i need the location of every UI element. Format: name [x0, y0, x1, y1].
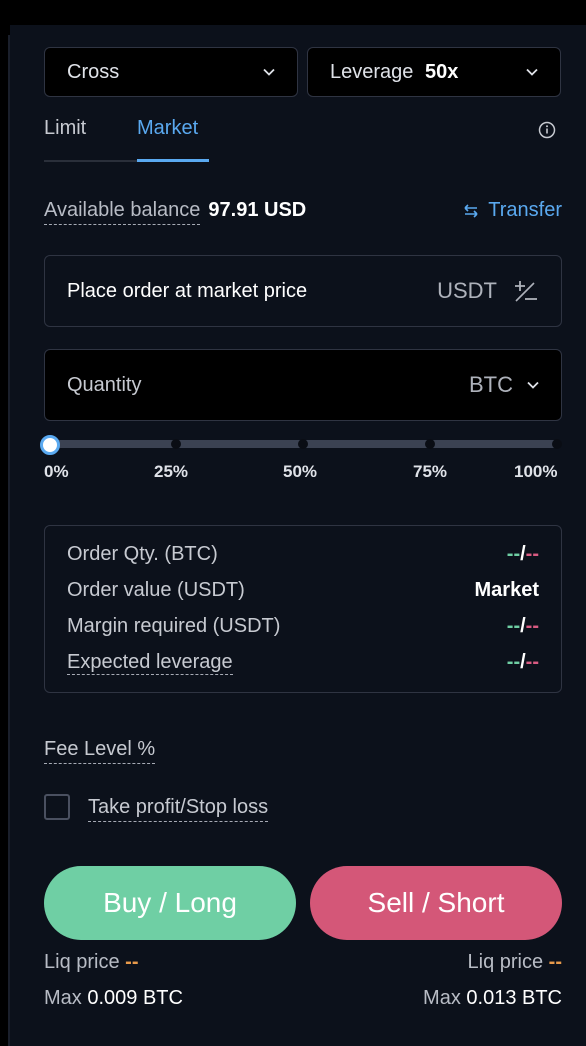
quantity-field[interactable]: Quantity BTC	[44, 349, 562, 421]
quantity-unit: BTC	[469, 372, 513, 397]
margin-mode-label: Cross	[67, 60, 120, 83]
slider-label-50: 50%	[283, 462, 318, 481]
buy-max-label: Max	[44, 987, 82, 1009]
order-qty-long: --	[506, 543, 521, 565]
sell-max: Max 0.013 BTC	[423, 987, 562, 1010]
available-balance-label[interactable]: Available balance	[44, 199, 201, 225]
order-qty-label: Order Qty. (BTC)	[67, 543, 218, 565]
quantity-slider-thumb[interactable]	[40, 435, 60, 455]
slider-mark-100[interactable]	[552, 439, 562, 449]
leverage-label: Leverage	[330, 60, 414, 83]
plus-minus-icon[interactable]	[511, 277, 539, 305]
buy-max-value: 0.009 BTC	[87, 987, 183, 1009]
fee-level-link[interactable]: Fee Level %	[44, 738, 156, 764]
available-balance: Available balance 97.91 USD	[44, 199, 306, 225]
sell-liq-value: --	[548, 951, 562, 973]
margin-required-label: Margin required (USDT)	[67, 615, 281, 637]
expected-leverage-long: --	[506, 651, 521, 673]
expected-leverage-short: --	[525, 651, 539, 673]
transfer-link[interactable]: Transfer	[462, 199, 562, 222]
summary-row-order-value: Order value (USDT) Market	[67, 579, 539, 602]
margin-required-long: --	[506, 615, 521, 637]
tab-market[interactable]: Market	[137, 117, 198, 140]
slider-mark-25[interactable]	[171, 439, 181, 449]
summary-row-expected-leverage: Expected leverage --/--	[67, 651, 539, 675]
quantity-label: Quantity	[67, 373, 142, 396]
tpsl-label[interactable]: Take profit/Stop loss	[88, 796, 269, 822]
buy-max: Max 0.009 BTC	[44, 987, 183, 1010]
info-icon[interactable]	[538, 121, 556, 139]
transfer-label: Transfer	[488, 199, 562, 221]
order-value-value: Market	[474, 579, 539, 601]
sell-liq-label: Liq price	[467, 951, 544, 973]
slider-label-100: 100%	[514, 462, 558, 481]
slider-label-25: 25%	[154, 462, 189, 481]
summary-row-order-qty: Order Qty. (BTC) --/--	[67, 543, 539, 566]
buy-long-button[interactable]: Buy / Long	[44, 866, 296, 940]
expected-leverage-value: --/--	[507, 651, 539, 675]
expected-leverage-label[interactable]: Expected leverage	[67, 651, 233, 675]
market-price-field[interactable]: Place order at market price USDT	[44, 255, 562, 327]
sell-short-button[interactable]: Sell / Short	[310, 866, 562, 940]
margin-required-short: --	[525, 615, 539, 637]
order-qty-value: --/--	[507, 543, 539, 566]
buy-liq-value: --	[125, 951, 139, 973]
transfer-arrows-icon	[464, 203, 478, 218]
tpsl-checkbox[interactable]	[44, 794, 70, 820]
tab-active-indicator	[137, 159, 209, 162]
leverage-value: 50x	[424, 60, 459, 83]
left-divider	[0, 25, 10, 1046]
leverage-select[interactable]: Leverage 50x	[307, 47, 561, 97]
summary-row-margin-required: Margin required (USDT) --/--	[67, 615, 539, 638]
chevron-down-icon	[263, 68, 275, 76]
buy-liq-price: Liq price --	[44, 951, 139, 974]
buy-long-label: Buy / Long	[103, 887, 237, 918]
slider-mark-75[interactable]	[425, 439, 435, 449]
order-value-label: Order value (USDT)	[67, 579, 245, 601]
tab-limit[interactable]: Limit	[44, 117, 86, 140]
leverage-text: Leverage 50x	[330, 61, 458, 84]
sell-max-value: 0.013 BTC	[466, 987, 562, 1009]
sell-liq-price: Liq price --	[468, 951, 563, 974]
market-price-label: Place order at market price	[67, 279, 308, 302]
order-summary: Order Qty. (BTC) --/-- Order value (USDT…	[44, 525, 562, 693]
margin-mode-select[interactable]: Cross	[44, 47, 298, 97]
chevron-down-icon	[527, 381, 539, 389]
quantity-unit-select[interactable]: BTC	[469, 372, 539, 398]
sell-max-label: Max	[423, 987, 461, 1009]
order-qty-short: --	[525, 543, 539, 565]
sell-short-label: Sell / Short	[367, 887, 505, 918]
chevron-down-icon	[526, 68, 538, 76]
top-bar	[0, 0, 586, 25]
available-balance-value: 97.91 USD	[208, 199, 307, 221]
slider-label-75: 75%	[413, 462, 448, 481]
buy-liq-label: Liq price	[44, 951, 120, 973]
margin-required-value: --/--	[507, 615, 539, 638]
slider-label-0: 0%	[44, 462, 69, 481]
price-unit: USDT	[437, 278, 497, 303]
slider-mark-50[interactable]	[298, 439, 308, 449]
